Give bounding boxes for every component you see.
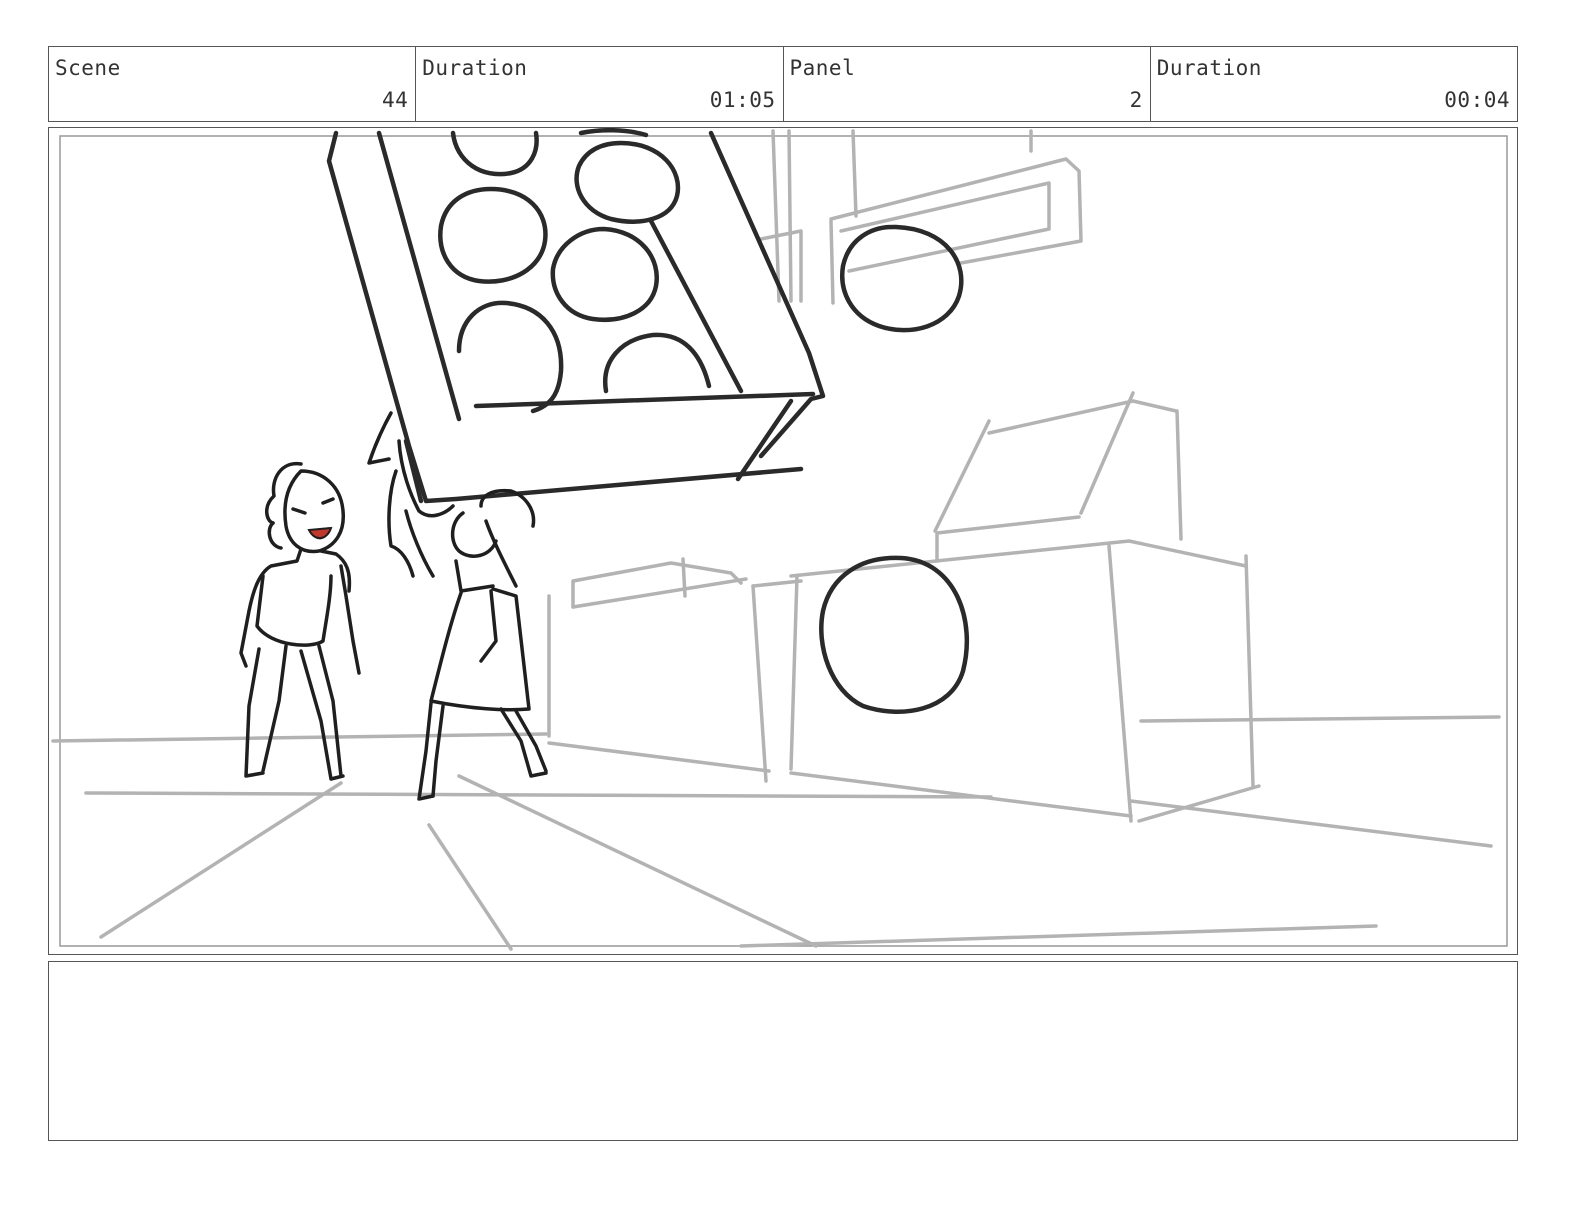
panel-duration-label: Duration: [1156, 56, 1262, 80]
panel-duration-cell: Duration 00:04: [1151, 47, 1517, 121]
background-boxes: [547, 129, 1261, 823]
girl-open-mouth: [307, 526, 333, 539]
giant-toy-block: [326, 128, 826, 504]
floating-ball: [840, 224, 964, 333]
scene-duration-cell: Duration 01:05: [416, 47, 784, 121]
box-circle-marking: [819, 555, 970, 714]
panel-notes-box: [48, 961, 1518, 1141]
panel-number: 2: [1129, 88, 1143, 112]
woman-lifting-block: [367, 411, 548, 801]
girl-character-left: [239, 462, 361, 781]
scene-number: 44: [381, 88, 409, 112]
storyboard-sketch: [51, 128, 1508, 951]
scene-cell: Scene 44: [49, 47, 417, 121]
scene-duration-label: Duration: [422, 56, 528, 80]
panel-cell: Panel 2: [784, 47, 1151, 121]
panel-info-header: Scene 44 Duration 01:05 Panel 2 Duration…: [48, 46, 1518, 122]
scene-label: Scene: [55, 56, 121, 80]
panel-duration-value: 00:04: [1444, 88, 1510, 112]
panel-label: Panel: [789, 56, 856, 80]
storyboard-frame: [48, 127, 1518, 955]
floor-perspective-lines: [51, 715, 1501, 951]
scene-duration-value: 01:05: [709, 88, 776, 112]
